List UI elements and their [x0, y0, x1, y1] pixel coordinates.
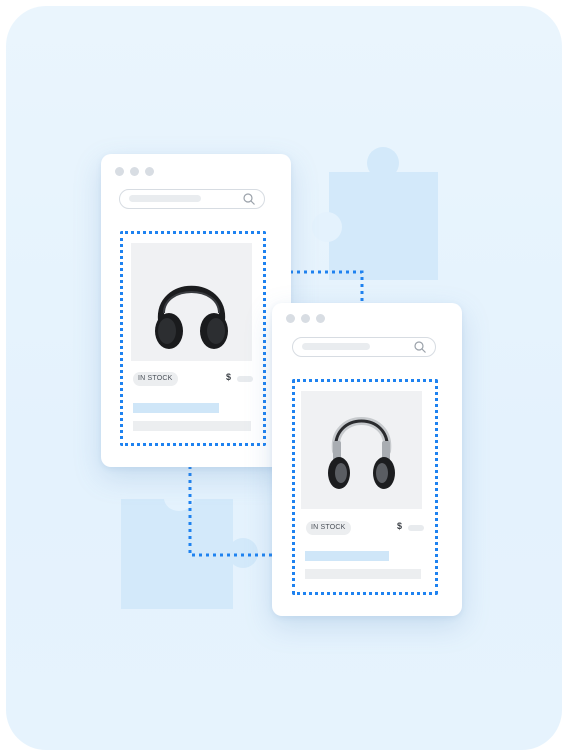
- window-dot: [130, 167, 139, 176]
- window-dot: [301, 314, 310, 323]
- search-input[interactable]: [292, 337, 436, 357]
- search-placeholder-bar: [129, 195, 201, 202]
- window-controls: [286, 314, 325, 323]
- highlight-dashed-frame: [120, 231, 266, 446]
- window-dot: [316, 314, 325, 323]
- highlight-dashed-frame: [292, 379, 438, 595]
- search-input[interactable]: [119, 189, 265, 209]
- window-dot: [145, 167, 154, 176]
- window-dot: [286, 314, 295, 323]
- window-dot: [115, 167, 124, 176]
- search-placeholder-bar: [302, 343, 370, 350]
- window-controls: [115, 167, 154, 176]
- search-icon[interactable]: [413, 340, 427, 354]
- search-icon[interactable]: [242, 192, 256, 206]
